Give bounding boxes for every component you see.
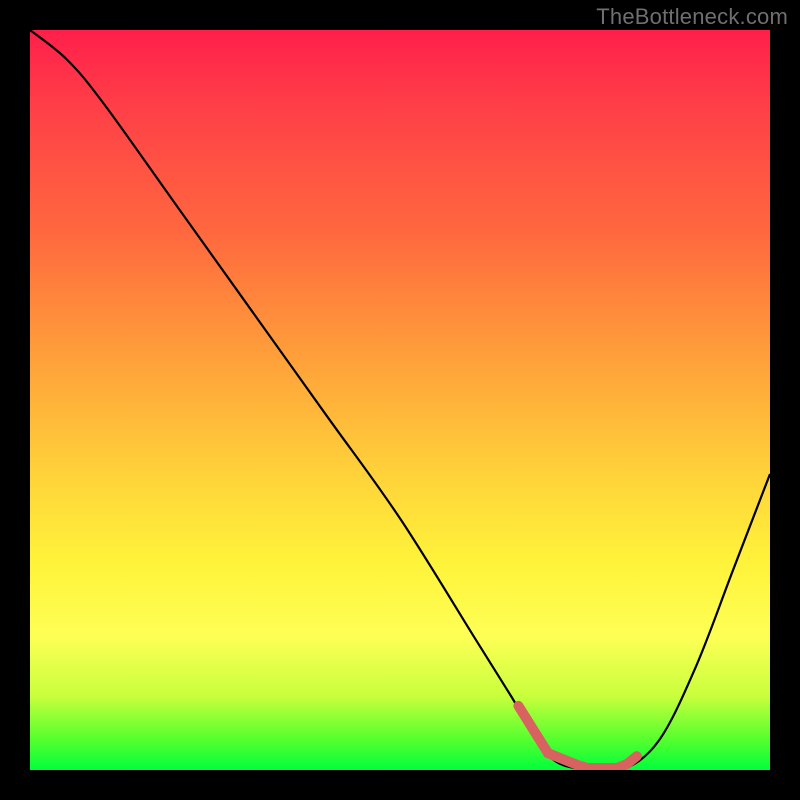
plot-area [30, 30, 770, 770]
optimal-range-highlight [518, 706, 636, 768]
curve-svg [30, 30, 770, 770]
chart-frame: TheBottleneck.com [0, 0, 800, 800]
bottleneck-curve [30, 30, 770, 770]
watermark-text: TheBottleneck.com [596, 4, 788, 30]
